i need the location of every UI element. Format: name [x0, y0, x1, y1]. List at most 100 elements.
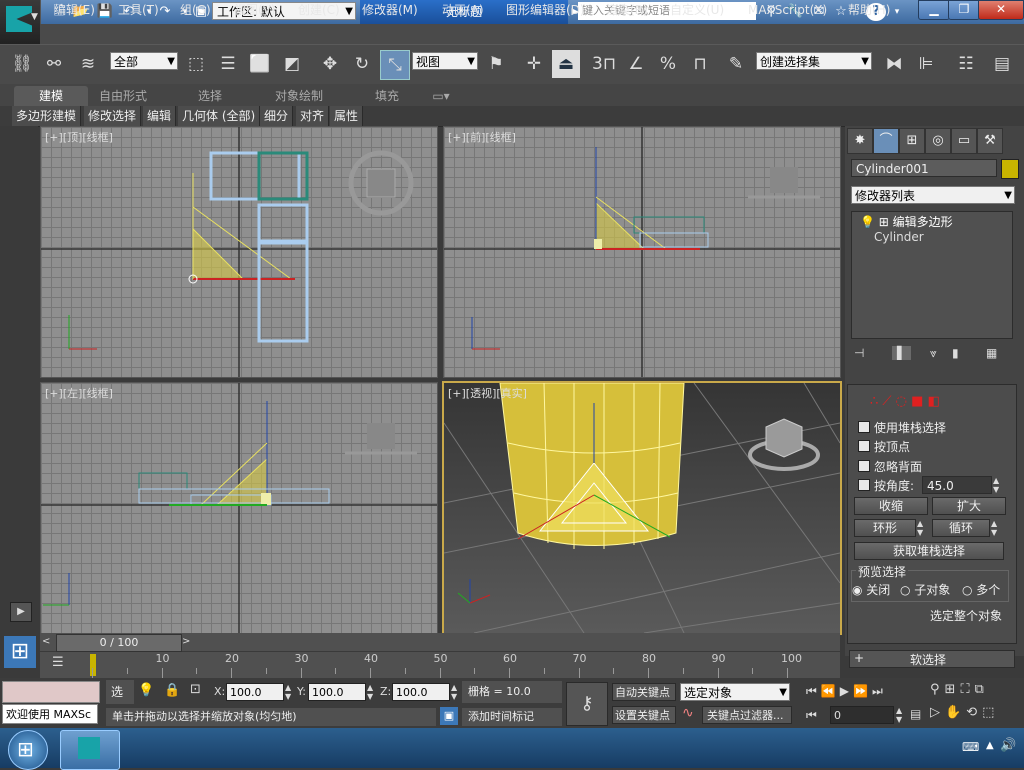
select-move-icon[interactable]: ✥	[316, 50, 344, 78]
set-key-button[interactable]: 设置关键点	[612, 706, 676, 724]
preview-subobject-radio[interactable]: ○ 子对象	[900, 581, 950, 598]
spinner-arrows-icon[interactable]: ▲ ▼	[993, 476, 999, 494]
bind-space-warp-icon[interactable]: ≋	[74, 50, 102, 78]
pan-icon[interactable]: ✋	[945, 705, 966, 720]
window-crossing-icon[interactable]: ◩	[278, 50, 306, 78]
expand-ribbon-icon[interactable]: ▶	[10, 602, 32, 622]
zoom-all-icon[interactable]: ⊞	[945, 682, 961, 697]
make-unique-icon[interactable]: ⩔	[930, 346, 937, 361]
menu-modifiers[interactable]: 修改器(M)	[362, 0, 418, 20]
zoom-extents-icon[interactable]: ⛶	[960, 682, 974, 697]
soft-selection-rollout[interactable]: + 软选择	[849, 650, 1015, 668]
menu-graph-editors[interactable]: 图形编辑器(D)	[506, 0, 585, 20]
minimize-button[interactable]: ▁	[918, 0, 950, 20]
ring-button[interactable]: 环形	[854, 519, 916, 537]
prev-frame-icon[interactable]: <	[42, 634, 54, 650]
maximize-viewport-icon[interactable]: ⬚	[982, 705, 999, 720]
angle-snap-icon[interactable]: ∠	[622, 50, 650, 78]
menu-tools[interactable]: 工具(T)	[118, 0, 159, 20]
tab-freeform[interactable]: 自由形式	[92, 86, 154, 106]
viewport-top-label[interactable]: [+][顶][线框]	[45, 129, 113, 145]
x-coord-field[interactable]: 100.0	[226, 683, 284, 701]
grow-button[interactable]: 扩大	[932, 497, 1006, 515]
z-coord-field[interactable]: 100.0	[392, 683, 450, 701]
y-spinner-icon[interactable]: ▲ ▼	[367, 683, 373, 701]
mirror-icon[interactable]: ⧓	[880, 50, 908, 78]
ring-spinner-icon[interactable]: ▲ ▼	[917, 519, 923, 537]
time-slider-thumb[interactable]: 0 / 100	[56, 634, 182, 652]
loop-spinner-icon[interactable]: ▲ ▼	[991, 519, 997, 537]
key-tangent-icon[interactable]: ∿	[682, 705, 694, 721]
maxscript-listener-top[interactable]	[2, 681, 100, 703]
by-angle-checkbox[interactable]	[858, 479, 870, 491]
select-object-icon[interactable]: ⬚	[182, 50, 210, 78]
lock-selection-icon[interactable]: 🔒	[164, 683, 180, 698]
select-scale-icon[interactable]: ⤡	[380, 50, 410, 80]
layer-manager-icon[interactable]: ☷	[952, 50, 980, 78]
panel-align[interactable]: 对齐	[296, 106, 330, 126]
viewport-layout-icon[interactable]: ⊞	[4, 636, 36, 668]
panel-edit[interactable]: 编辑	[143, 106, 177, 126]
key-selection-dropdown[interactable]: 选定对象 ▼	[680, 683, 790, 701]
absolute-mode-icon[interactable]: ⊡	[190, 682, 201, 697]
pivot-center-icon[interactable]: ⚑	[482, 50, 510, 78]
viewport-front[interactable]: [+][前][线框]	[443, 126, 841, 378]
shrink-button[interactable]: 收缩	[854, 497, 928, 515]
taskbar-3dsmax-app[interactable]	[60, 730, 120, 770]
panel-subdivision[interactable]: 细分	[260, 106, 294, 126]
vertex-icon[interactable]: ∴	[870, 394, 878, 409]
previous-key-icon[interactable]: ⏪	[821, 684, 840, 698]
menu-group[interactable]: 组(G)	[180, 0, 211, 20]
motion-tab-icon[interactable]: ◎	[925, 128, 951, 154]
viewport-perspective-label[interactable]: [+][透视][真实]	[448, 385, 527, 401]
auto-key-button[interactable]: 自动关键点	[612, 683, 676, 701]
key-mode-icon[interactable]: ⏮	[806, 708, 817, 723]
menu-customize[interactable]: 自定义(U)	[670, 0, 724, 20]
isolate-icon[interactable]: 💡	[138, 683, 154, 698]
help-dropdown-icon[interactable]: ▾	[888, 3, 906, 21]
configure-sets-icon[interactable]: ▦	[986, 346, 997, 360]
edge-icon[interactable]: ⟋	[882, 394, 891, 409]
menu-animation[interactable]: 动画(A)	[442, 0, 484, 20]
tab-selection[interactable]: 选择	[186, 86, 234, 106]
snaps-toggle-icon[interactable]: 3⊓	[590, 50, 618, 78]
panel-poly-modeling[interactable]: 多边形建模	[12, 106, 82, 126]
maximize-button[interactable]: ❐	[948, 0, 980, 20]
save-icon[interactable]: 💾	[96, 3, 114, 21]
orbit-icon[interactable]: ⟲	[966, 705, 982, 720]
volume-icon[interactable]: 🔊	[1000, 738, 1016, 753]
keyboard-shortcut-override-icon[interactable]: ⏏	[552, 50, 580, 78]
select-manipulate-icon[interactable]: ✛	[520, 50, 548, 78]
menu-help[interactable]: 帮助(H)	[848, 0, 890, 20]
y-coord-field[interactable]: 100.0	[308, 683, 366, 701]
reference-coord-dropdown[interactable]: 视图 ▼	[412, 52, 478, 70]
panel-properties[interactable]: 属性	[330, 106, 364, 126]
tray-expand-icon[interactable]: ▲	[986, 740, 994, 751]
mini-curve-editor-icon[interactable]: ☰	[52, 655, 72, 673]
maxscript-listener[interactable]: 欢迎使用 MAXSc	[2, 704, 98, 724]
polygon-icon[interactable]: ■	[911, 394, 923, 409]
ribbon-options-icon[interactable]: ▭▾	[428, 86, 454, 106]
menu-views[interactable]: 视图(V)	[234, 0, 276, 20]
close-button[interactable]: ✕	[978, 0, 1024, 20]
graphite-toggle-icon[interactable]: ▤	[988, 50, 1016, 78]
by-vertex-checkbox[interactable]	[858, 440, 870, 452]
viewport-perspective[interactable]: [+][透视][真实]	[442, 381, 842, 635]
element-icon[interactable]: ◧	[928, 394, 940, 409]
field-of-view-icon[interactable]: ▷	[930, 705, 945, 720]
viewport-left-label[interactable]: [+][左][线框]	[45, 385, 113, 401]
add-time-tag[interactable]: 添加时间标记	[462, 708, 562, 726]
stack-item-cylinder[interactable]: Cylinder	[874, 230, 924, 244]
spinner-snap-icon[interactable]: ⊓	[686, 50, 714, 78]
utilities-tab-icon[interactable]: ⚒	[977, 128, 1003, 154]
edit-named-selection-icon[interactable]: ✎	[722, 50, 750, 78]
viewport-front-label[interactable]: [+][前][线框]	[448, 129, 516, 145]
select-by-name-icon[interactable]: ☰	[214, 50, 242, 78]
menu-edit[interactable]: 编辑(E)	[54, 0, 95, 20]
create-selection-set-dropdown[interactable]: 创建选择集 ▼	[756, 52, 872, 70]
menu-maxscript[interactable]: MAXScript(X)	[748, 0, 827, 20]
menu-create[interactable]: 创建(C)	[298, 0, 340, 20]
keyboard-tray-icon[interactable]: ⌨	[962, 740, 979, 754]
object-color-swatch[interactable]	[1001, 159, 1019, 179]
viewport-top[interactable]: [+][顶][线框]	[40, 126, 438, 378]
